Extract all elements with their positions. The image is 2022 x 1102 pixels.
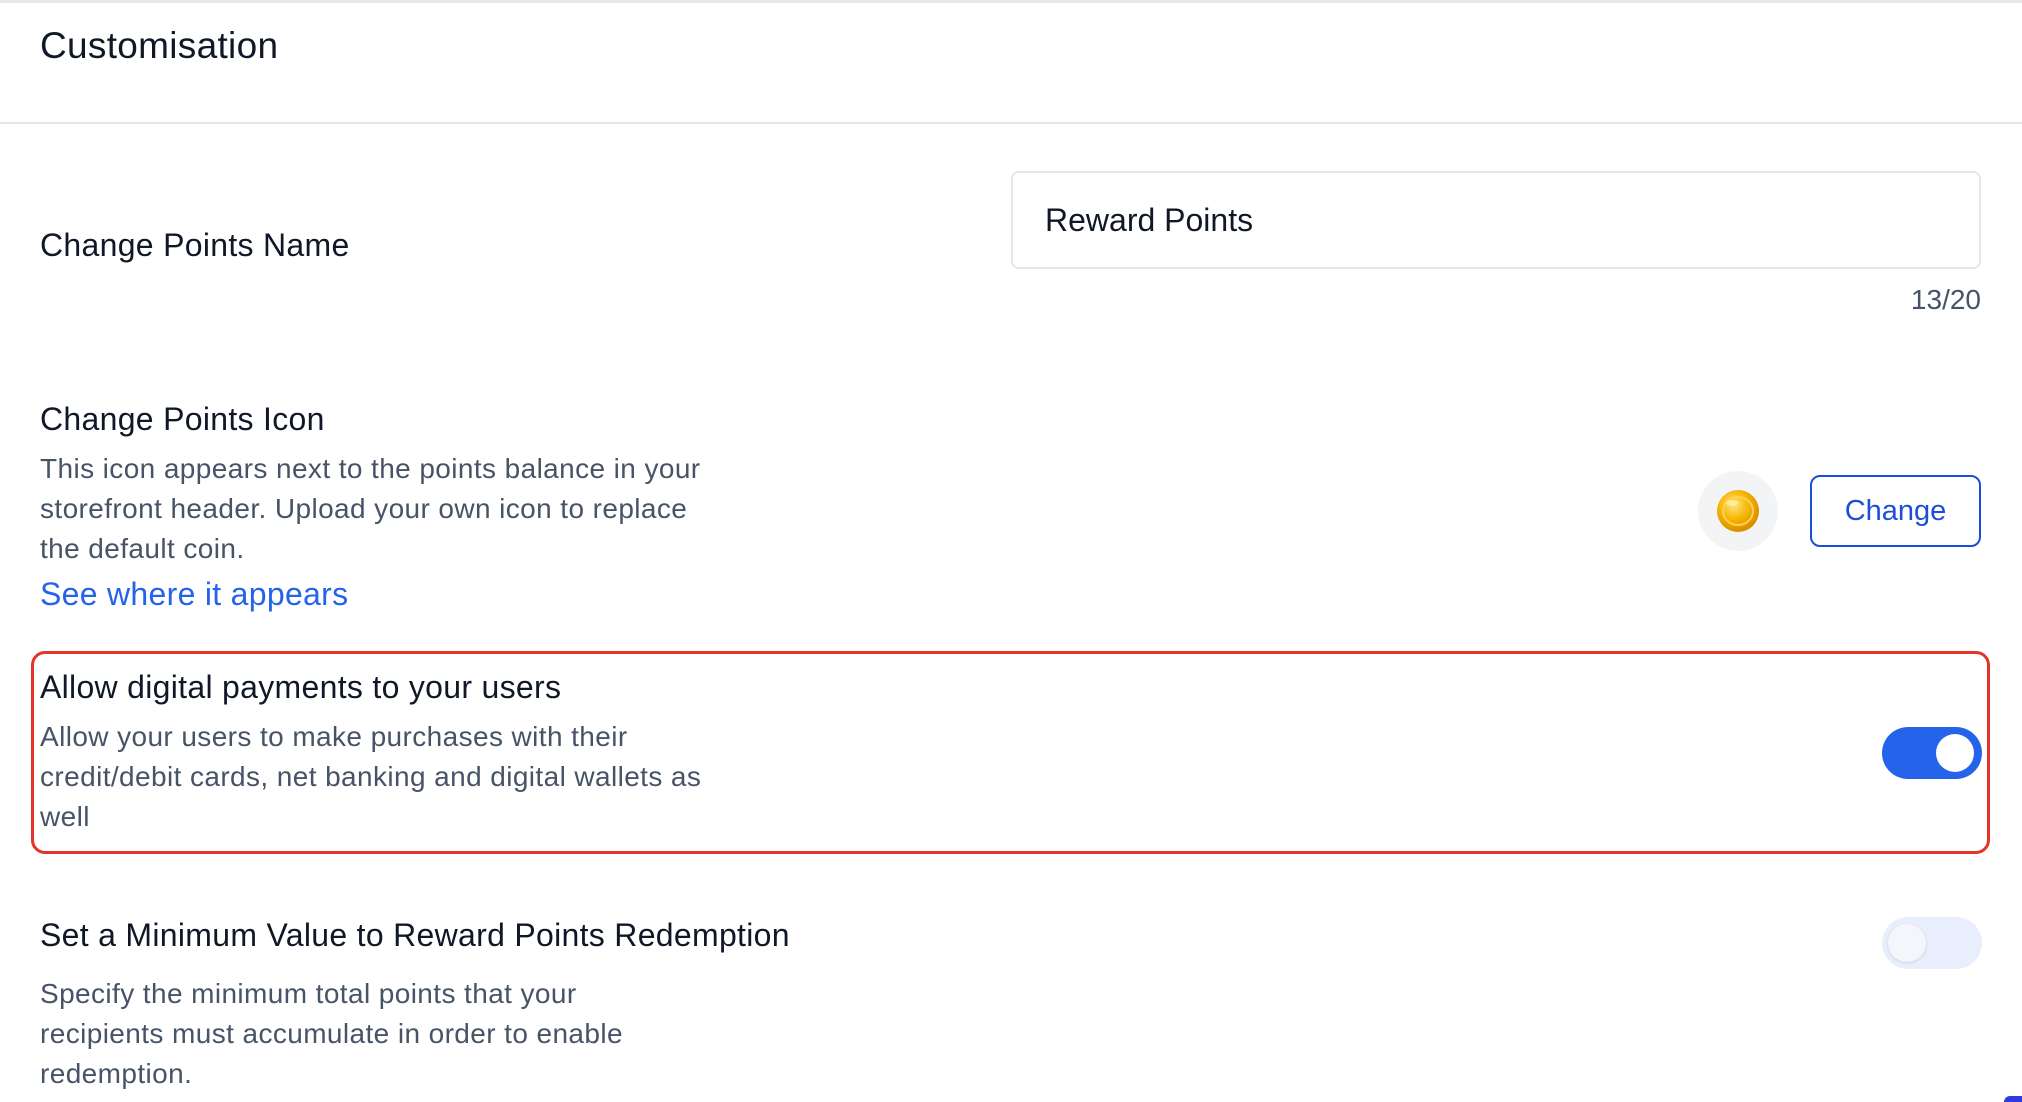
section-header: Customisation — [0, 3, 2022, 124]
description-line: the default coin. — [40, 533, 245, 564]
section-title: Customisation — [40, 25, 279, 66]
description-line: credit/debit cards, net banking and digi… — [40, 761, 702, 792]
description-line: Specify the minimum total points that yo… — [40, 978, 577, 1009]
description-line: This icon appears next to the points bal… — [40, 453, 701, 484]
description-line: Allow your users to make purchases with … — [40, 721, 628, 752]
digital-payments-description: Allow your users to make purchases with … — [40, 717, 840, 837]
description-line: storefront header. Upload your own icon … — [40, 493, 688, 524]
points-icon-label: Change Points Icon — [40, 401, 325, 437]
gold-coin-icon — [1717, 490, 1759, 532]
change-icon-button[interactable]: Change — [1810, 475, 1981, 547]
toggle-knob — [1888, 924, 1926, 962]
points-icon-description: This icon appears next to the points bal… — [40, 449, 800, 569]
min-redemption-description: Specify the minimum total points that yo… — [40, 974, 800, 1094]
min-redemption-toggle[interactable] — [1882, 917, 1982, 969]
description-line: well — [40, 801, 90, 832]
points-icon-preview — [1698, 471, 1778, 551]
description-line: recipients must accumulate in order to e… — [40, 1018, 623, 1049]
digital-payments-toggle[interactable] — [1882, 727, 1982, 779]
see-where-it-appears-link[interactable]: See where it appears — [40, 576, 348, 613]
points-name-label: Change Points Name — [40, 227, 350, 263]
description-line: redemption. — [40, 1058, 193, 1089]
toggle-knob — [1936, 734, 1974, 772]
customisation-page: Customisation Change Points Name 13/20 C… — [0, 0, 2022, 1102]
min-redemption-label: Set a Minimum Value to Reward Points Red… — [40, 917, 790, 953]
digital-payments-label: Allow digital payments to your users — [40, 669, 562, 705]
points-name-counter: 13/20 — [1910, 284, 1981, 315]
scroll-corner-indicator — [2004, 1096, 2022, 1102]
points-name-input[interactable] — [1011, 171, 1981, 269]
